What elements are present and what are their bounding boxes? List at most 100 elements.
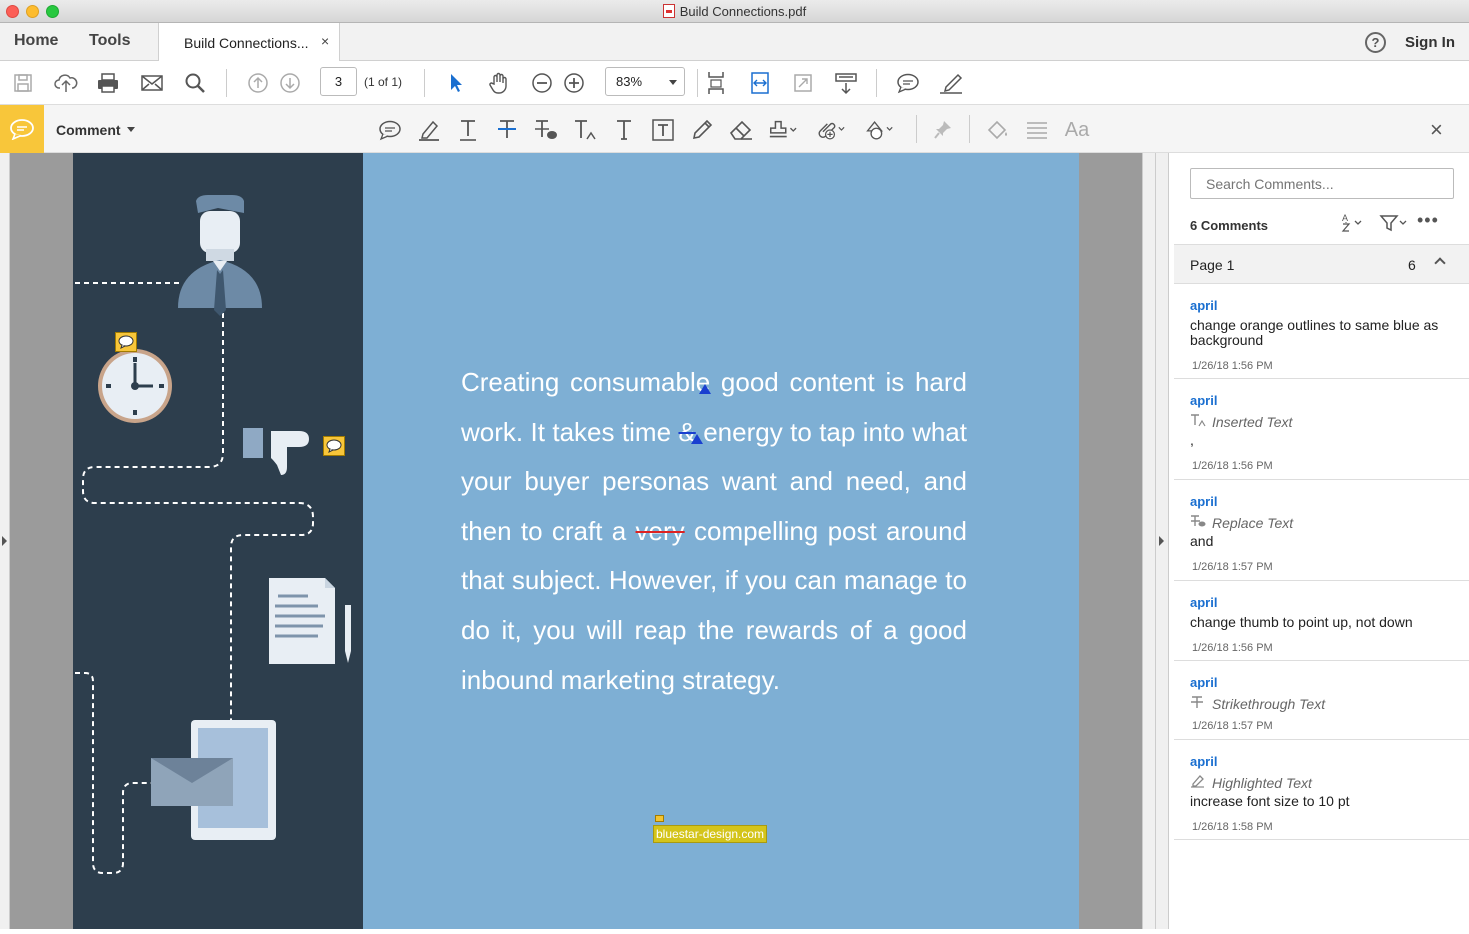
comment-text: increase font size to 10 pt [1190, 793, 1350, 809]
comment-text: change orange outlines to same blue as b… [1190, 317, 1439, 348]
comment-date: 1/26/18 1:56 PM [1192, 360, 1273, 372]
window-titlebar: Build Connections.pdf [0, 0, 1469, 23]
toolbar-divider [876, 69, 877, 97]
email-icon[interactable] [138, 69, 166, 97]
comment-menu[interactable]: Comment [56, 122, 135, 138]
pencil-icon[interactable] [687, 115, 717, 145]
zoom-in-icon[interactable] [560, 69, 588, 97]
print-icon[interactable] [94, 69, 122, 97]
chevron-up-icon[interactable] [1434, 257, 1446, 269]
comment-tool-icon[interactable] [0, 105, 44, 153]
replace-text-icon [1190, 514, 1206, 531]
highlight-icon[interactable] [414, 115, 444, 145]
comment-type: Replace Text [1190, 514, 1469, 531]
chevron-right-icon [1159, 536, 1164, 546]
scroll-mode-icon[interactable] [832, 69, 860, 97]
shapes-icon[interactable] [864, 115, 894, 145]
tab-home[interactable]: Home [14, 32, 58, 50]
comment-bubble-icon[interactable] [894, 69, 922, 97]
add-text-icon[interactable] [609, 115, 639, 145]
comment-item[interactable]: april change thumb to point up, not down… [1174, 581, 1469, 661]
comment-count: 6 Comments [1190, 218, 1269, 233]
comment-type: Inserted Text [1190, 413, 1469, 430]
footer-link[interactable]: bluestar-design.com [653, 825, 768, 843]
stamp-icon[interactable] [767, 115, 797, 145]
font-size-icon[interactable]: Aa [1061, 115, 1093, 145]
sign-in-button[interactable]: Sign In [1405, 34, 1455, 51]
comment-date: 1/26/18 1:57 PM [1192, 561, 1273, 573]
comment-toolbar: Comment Aa × [0, 105, 1469, 153]
cloud-upload-icon[interactable] [52, 69, 80, 97]
comment-item[interactable]: april Replace Text and 1/26/18 1:57 PM [1174, 480, 1469, 581]
search-comments-input[interactable] [1190, 168, 1454, 199]
help-icon[interactable]: ? [1365, 32, 1386, 53]
comment-date: 1/26/18 1:56 PM [1192, 642, 1273, 654]
insert-text-icon[interactable] [570, 115, 600, 145]
page-down-icon[interactable] [276, 69, 304, 97]
fit-width-icon[interactable] [746, 69, 774, 97]
close-comment-toolbar-icon[interactable]: × [1430, 117, 1443, 143]
comments-page-group[interactable]: Page 1 6 [1174, 244, 1469, 284]
search-icon[interactable] [181, 69, 209, 97]
tab-document[interactable]: Build Connections... × [158, 23, 340, 61]
page-group-count: 6 [1408, 257, 1416, 273]
comment-item[interactable]: april Strikethrough Text 1/26/18 1:57 PM [1174, 661, 1469, 740]
comment-type-label: Inserted Text [1212, 414, 1293, 430]
fit-page-icon[interactable] [702, 69, 730, 97]
note-marker-icon[interactable] [655, 815, 664, 822]
insert-caret-mark[interactable] [699, 384, 711, 394]
comment-note-icon[interactable] [115, 332, 137, 352]
toolbar-divider [424, 69, 425, 97]
comment-author: april [1190, 595, 1218, 610]
toolbar-divider [916, 115, 917, 143]
comment-menu-label: Comment [56, 122, 121, 138]
svg-text:A: A [1342, 213, 1348, 223]
strikethrough-icon[interactable] [492, 115, 522, 145]
comment-author: april [1190, 298, 1218, 313]
comment-item[interactable]: april Highlighted Text increase font siz… [1174, 740, 1469, 840]
filter-icon[interactable] [1379, 213, 1409, 238]
page-number-input[interactable]: 3 [320, 67, 357, 96]
full-screen-icon[interactable] [789, 69, 817, 97]
comment-item[interactable]: april change orange outlines to same blu… [1174, 284, 1469, 379]
page-up-icon[interactable] [244, 69, 272, 97]
zoom-select[interactable]: 83% [605, 67, 685, 96]
comment-text: change thumb to point up, not down [1190, 614, 1413, 630]
underline-text-icon[interactable] [453, 115, 483, 145]
select-arrow-icon[interactable] [442, 69, 470, 97]
hand-icon[interactable] [485, 69, 513, 97]
fill-color-icon[interactable] [983, 115, 1013, 145]
window-title-text: Build Connections.pdf [679, 4, 807, 19]
comment-date: 1/26/18 1:58 PM [1192, 821, 1273, 833]
pin-icon[interactable] [928, 115, 958, 145]
comment-author: april [1190, 494, 1218, 509]
save-icon[interactable] [9, 69, 37, 97]
line-style-icon[interactable] [1022, 115, 1052, 145]
comment-item[interactable]: april Inserted Text , 1/26/18 1:56 PM [1174, 379, 1469, 480]
comment-author: april [1190, 754, 1218, 769]
more-options-icon[interactable]: ••• [1417, 210, 1439, 231]
sort-icon[interactable]: A [1341, 212, 1365, 237]
text-box-icon[interactable] [648, 115, 678, 145]
body-paragraph: Creating consumable good content is hard… [461, 358, 967, 705]
tab-tools[interactable]: Tools [89, 32, 130, 50]
tab-bar: Home Tools Build Connections... × ? Sign… [0, 23, 1469, 61]
comment-note-icon[interactable] [323, 436, 345, 456]
strikethrough-text[interactable]: very [636, 516, 685, 546]
left-panel-handle[interactable] [0, 153, 10, 929]
pdf-page: Creating consumable good content is hard… [73, 153, 1079, 929]
replace-text-icon[interactable] [531, 115, 561, 145]
eraser-icon[interactable] [726, 115, 756, 145]
insert-caret-mark[interactable] [691, 434, 703, 444]
highlight-icon [1190, 774, 1206, 791]
infographic-illustration [75, 195, 351, 874]
tab-close-icon[interactable]: × [321, 33, 329, 49]
sticky-note-icon[interactable] [375, 115, 405, 145]
comment-type: Highlighted Text [1190, 774, 1469, 791]
comment-text: , [1190, 432, 1194, 448]
sign-icon[interactable] [937, 69, 965, 97]
zoom-out-icon[interactable] [528, 69, 556, 97]
attach-file-icon[interactable] [815, 115, 845, 145]
right-panel-handle[interactable] [1155, 153, 1169, 929]
comment-date: 1/26/18 1:56 PM [1192, 460, 1273, 472]
